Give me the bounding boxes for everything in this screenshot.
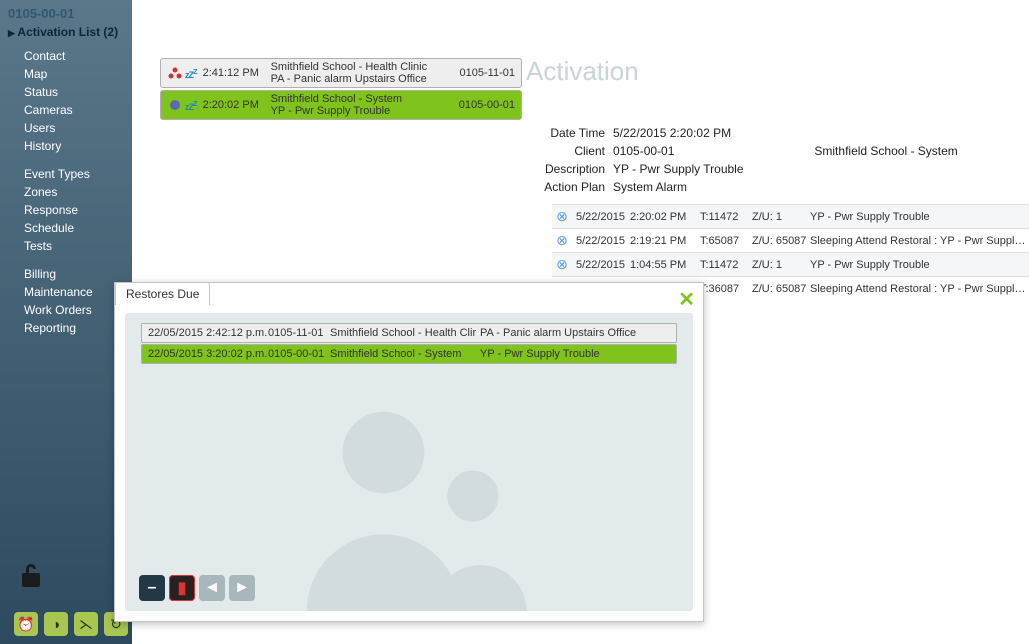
event-t: T:65087	[700, 235, 752, 247]
event-desc: YP - Pwr Supply Trouble	[810, 211, 1027, 223]
restore-id: 0105-11-01	[268, 327, 330, 339]
unlock-icon[interactable]	[20, 561, 44, 596]
event-time: 2:20:02 PM	[630, 211, 700, 223]
event-t: T:11472	[700, 211, 752, 223]
event-time: 1:04:55 PM	[630, 259, 700, 271]
event-icon: ⊗	[554, 232, 570, 249]
nav-billing[interactable]: Billing	[8, 265, 132, 283]
nav-history[interactable]: History	[8, 137, 132, 155]
modal-tab[interactable]: Restores Due	[115, 282, 210, 305]
alarm-date: 0105-00-01	[455, 99, 515, 111]
restores-list: 22/05/2015 2:42:12 p.m.0105-11-01Smithfi…	[141, 323, 677, 365]
nav-schedule[interactable]: Schedule	[8, 219, 132, 237]
alarm-time: 2:20:02 PM	[203, 99, 271, 111]
event-desc: Sleeping Attend Restoral : YP - Pwr Supp…	[810, 283, 1027, 295]
event-row[interactable]: ⊗5/22/20152:20:02 PMT:11472Z/U: 1YP - Pw…	[552, 204, 1029, 228]
zzz-icon: zZZ	[185, 99, 197, 112]
datetime-label: Date Time	[539, 126, 613, 140]
event-t: T:36087	[700, 283, 752, 295]
nav-response[interactable]: Response	[8, 201, 132, 219]
alarm-list: zZZ 2:41:12 PMSmithfield School - Health …	[160, 58, 522, 122]
event-desc: YP - Pwr Supply Trouble	[810, 259, 1027, 271]
alarm-date: 0105-11-01	[455, 67, 515, 79]
nav-cameras[interactable]: Cameras	[8, 101, 132, 119]
alarm-time: 2:41:12 PM	[203, 67, 271, 79]
event-time: 2:19:21 PM	[630, 235, 700, 247]
restore-datetime: 22/05/2015 2:42:12 p.m.	[148, 327, 268, 339]
event-date: 5/22/2015	[570, 259, 630, 271]
event-date: 5/22/2015	[570, 235, 630, 247]
zzz-icon: zZZ	[185, 67, 197, 80]
next-button[interactable]: ►	[229, 575, 255, 601]
clock-icon[interactable]: ⏰	[14, 612, 38, 636]
restore-site: Smithfield School - Health Clir	[330, 327, 480, 339]
event-zu: Z/U: 65087	[752, 235, 810, 247]
event-row[interactable]: ⊗5/22/20151:04:55 PMT:11472Z/U: 1YP - Pw…	[552, 252, 1029, 276]
alarm-row[interactable]: zZZ 2:41:12 PMSmithfield School - Health …	[160, 58, 522, 88]
alarm-row[interactable]: zZZ 2:20:02 PMSmithfield School - SystemY…	[160, 90, 522, 120]
nav-tests[interactable]: Tests	[8, 237, 132, 255]
restore-site: Smithfield School - System	[330, 348, 480, 360]
event-t: T:11472	[700, 259, 752, 271]
nav-users[interactable]: Users	[8, 119, 132, 137]
event-row[interactable]: ⊗5/22/20152:19:21 PMT:65087Z/U: 65087Sle…	[552, 228, 1029, 252]
event-icon: ⊗	[554, 256, 570, 273]
page-title: Activation List	[138, 4, 311, 36]
event-zu: Z/U: 65087	[752, 283, 810, 295]
modal-buttons: – ▮ ◄ ►	[139, 575, 255, 601]
client-label: Client	[539, 144, 613, 158]
actionplan-label: Action Plan	[539, 180, 613, 194]
modal-body: 22/05/2015 2:42:12 p.m.0105-11-01Smithfi…	[125, 313, 693, 611]
event-date: 5/22/2015	[570, 211, 630, 223]
rss-icon[interactable]: ⋋	[74, 612, 98, 636]
nav-event-types[interactable]: Event Types	[8, 165, 132, 183]
client-id-value: 0105-00-01	[613, 144, 674, 158]
minimize-button[interactable]: –	[139, 575, 165, 601]
actionplan-value: System Alarm	[613, 180, 687, 194]
prev-button[interactable]: ◄	[199, 575, 225, 601]
nav-zones[interactable]: Zones	[8, 183, 132, 201]
client-name-value: Smithfield School - System	[674, 144, 957, 158]
event-zu: Z/U: 1	[752, 211, 810, 223]
bottom-toolbar: ⏰ ◑ ⋋ ↻	[14, 612, 128, 636]
client-id[interactable]: 0105-00-01	[8, 6, 132, 21]
delete-button[interactable]: ▮	[169, 575, 195, 601]
event-zu: Z/U: 1	[752, 259, 810, 271]
sidebar: 0105-00-01 Activation List (2) ContactMa…	[0, 0, 132, 644]
restore-row[interactable]: 22/05/2015 2:42:12 p.m.0105-11-01Smithfi…	[141, 323, 677, 343]
restore-desc: YP - Pwr Supply Trouble	[480, 348, 670, 360]
datetime-value: 5/22/2015 2:20:02 PM	[613, 126, 731, 140]
alarm-text: Smithfield School - SystemYP - Pwr Suppl…	[271, 93, 455, 117]
restore-id: 0105-00-01	[268, 348, 330, 360]
activation-heading: Activation	[526, 56, 639, 87]
activation-list-header[interactable]: Activation List (2)	[8, 25, 132, 39]
nav-status[interactable]: Status	[8, 83, 132, 101]
restore-desc: PA - Panic alarm Upstairs Office	[480, 327, 670, 339]
nav-contact[interactable]: Contact	[8, 47, 132, 65]
close-icon[interactable]: ✕	[678, 287, 695, 312]
restores-due-modal: Restores Due ✕ 22/05/2015 2:42:12 p.m.01…	[114, 282, 704, 622]
alert-icon	[167, 98, 183, 112]
activation-details: Date Time5/22/2015 2:20:02 PM Client0105…	[539, 126, 958, 198]
shield-icon[interactable]: ◑	[44, 612, 68, 636]
restore-row[interactable]: 22/05/2015 3:20:02 p.m.0105-00-01Smithfi…	[141, 344, 677, 364]
event-icon: ⊗	[554, 208, 570, 225]
description-label: Description	[539, 162, 613, 176]
nav-map[interactable]: Map	[8, 65, 132, 83]
alarm-text: Smithfield School - Health ClinicPA - Pa…	[271, 61, 455, 85]
description-value: YP - Pwr Supply Trouble	[613, 162, 744, 176]
restore-datetime: 22/05/2015 3:20:02 p.m.	[148, 348, 268, 360]
biohazard-icon	[167, 66, 183, 80]
event-desc: Sleeping Attend Restoral : YP - Pwr Supp…	[810, 235, 1027, 247]
